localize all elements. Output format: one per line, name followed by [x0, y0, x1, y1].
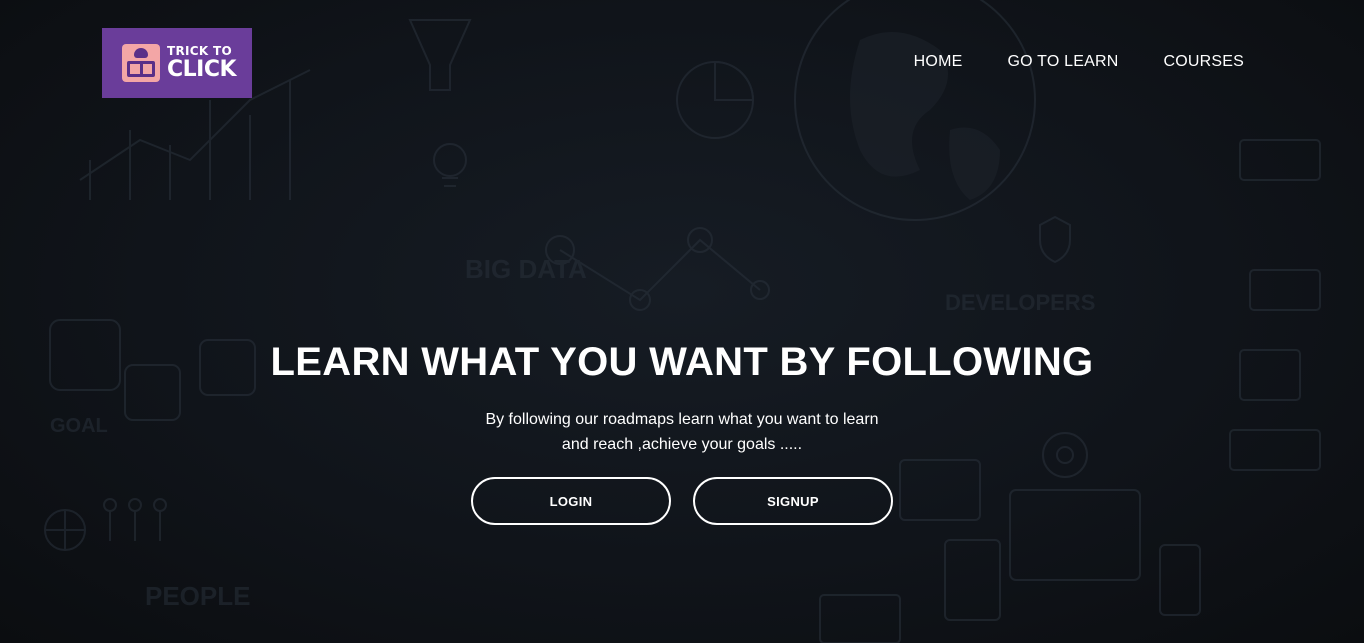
brand-line2: CLICK — [167, 57, 237, 82]
main-nav: HOME GO TO LEARN COURSES — [914, 53, 1244, 71]
brand-logo[interactable]: TRICK TO CLICK — [102, 28, 252, 98]
hero-subtitle: By following our roadmaps learn what you… — [0, 407, 1364, 457]
signup-button[interactable]: SIGNUP — [693, 477, 893, 525]
hero-content: LEARN WHAT YOU WANT BY FOLLOWING By foll… — [0, 340, 1364, 525]
nav-courses-link[interactable]: COURSES — [1163, 53, 1244, 71]
login-button[interactable]: LOGIN — [471, 477, 671, 525]
hero-title: LEARN WHAT YOU WANT BY FOLLOWING — [270, 340, 1094, 384]
hero-subtitle-line1: By following our roadmaps learn what you… — [485, 411, 879, 428]
svg-text:DEVELOPERS: DEVELOPERS — [945, 290, 1095, 315]
hero-buttons: LOGIN SIGNUP — [0, 477, 1364, 525]
svg-text:BIG DATA: BIG DATA — [465, 254, 587, 284]
hero-section: BIG DATA DEVELOPERS PEOPLE GOAL TRICK TO… — [0, 0, 1364, 643]
nav-home-link[interactable]: HOME — [914, 53, 963, 71]
brand-wordmark: TRICK TO CLICK — [167, 44, 237, 82]
reader-icon — [122, 44, 160, 82]
brand-line1: TRICK TO — [167, 44, 232, 58]
svg-text:PEOPLE: PEOPLE — [145, 581, 250, 611]
nav-go-to-learn-link[interactable]: GO TO LEARN — [1007, 53, 1118, 71]
hero-subtitle-line2: and reach ,achieve your goals ..... — [561, 436, 803, 453]
